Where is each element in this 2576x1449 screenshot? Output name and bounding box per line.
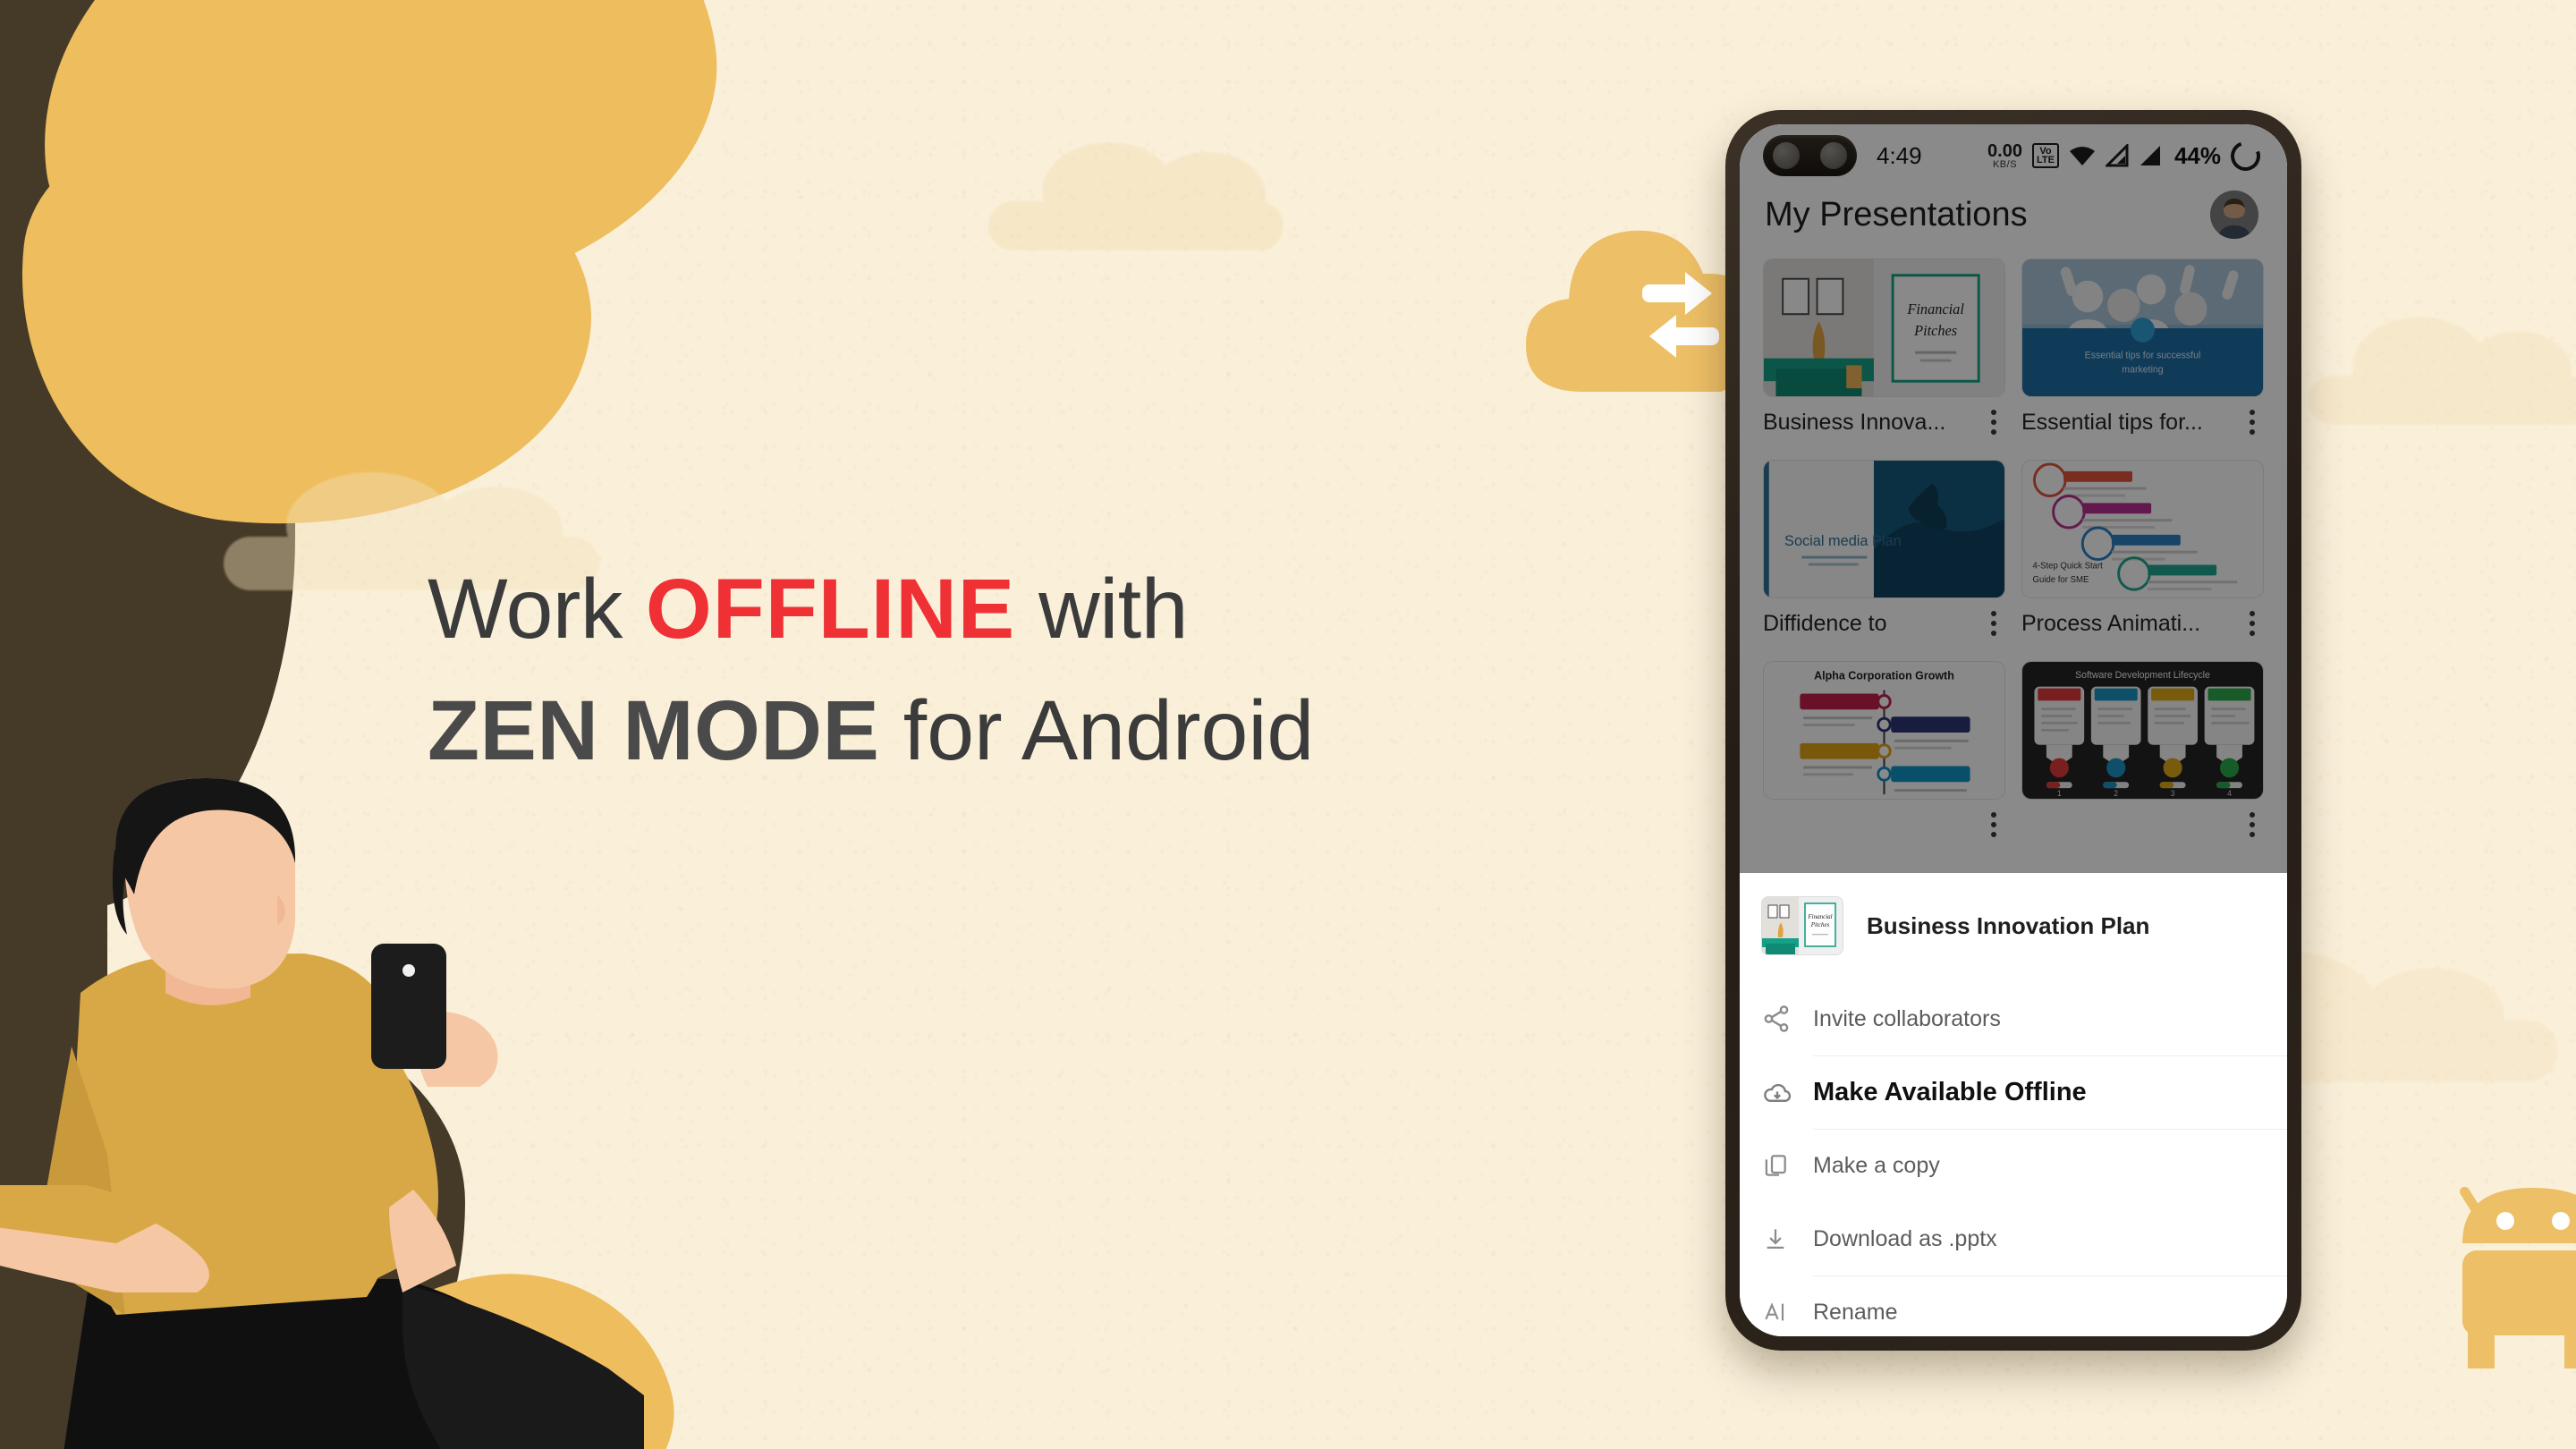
presentation-card[interactable]: Essential tips for successful marketing … (2021, 258, 2264, 447)
android-robot-icon (2446, 1181, 2576, 1379)
presentation-title: Process Animati... (2021, 610, 2201, 636)
battery-ring-icon (2225, 136, 2266, 175)
menu-item-make-a-copy[interactable]: Make a copy (1740, 1129, 2287, 1202)
sheet-thumb-text-1: Financial (1807, 913, 1832, 920)
presentation-title: Essential tips for... (2021, 409, 2203, 435)
thumb-text-tips-1: Essential tips for successful (2085, 350, 2201, 360)
thumb-text-pitches: Pitches (1913, 322, 1957, 339)
promo-banner: Work OFFLINE with ZEN MODE for Android 4… (0, 0, 2576, 1449)
android-phone-mockup: 4:49 0.00 KB/S Vo LTE 44% My Presentatio… (1725, 110, 2301, 1351)
decor-cloud (988, 142, 1284, 250)
thumb-text-sdlc-num-2: 2 (2114, 789, 2118, 798)
card-footer (2021, 800, 2264, 850)
menu-item-rename[interactable]: Rename (1740, 1275, 2287, 1336)
punch-hole-camera-icon (1763, 135, 1857, 176)
headline-word-offline: OFFLINE (645, 562, 1016, 657)
headline-word-work: Work (428, 562, 646, 657)
volte-icon: Vo LTE (2031, 143, 2059, 168)
user-avatar[interactable] (2210, 191, 2258, 239)
thumb-text-sdlc-title: Software Development Lifecycle (2075, 670, 2210, 681)
signal-bars-icon (2140, 146, 2160, 165)
headline-word-with: with (1015, 562, 1189, 657)
bottom-sheet-doc-title: Business Innovation Plan (1867, 911, 2150, 939)
status-bar: 4:49 0.00 KB/S Vo LTE 44% (1740, 124, 2287, 187)
kebab-menu-icon[interactable] (2241, 608, 2264, 639)
process-animation-thumb[interactable]: 4-Step Quick Start Guide for SME (2021, 460, 2264, 598)
battery-percent: 44% (2174, 141, 2221, 169)
wifi-icon (2069, 147, 2095, 165)
thumb-text-sdlc-num-4: 4 (2227, 789, 2232, 798)
thumb-text-sdlc-num-1: 1 (2057, 789, 2062, 798)
rename-text-cursor-icon (1761, 1298, 1802, 1326)
bottom-sheet-header: Financial Pitches Business Innovation Pl… (1740, 873, 2287, 979)
presentation-card[interactable]: Financial Pitches Business Innova... (1763, 258, 2005, 447)
headline-line-1: Work OFFLINE with (428, 562, 1626, 657)
thumb-text-quickstart-2: Guide for SME (2033, 575, 2089, 585)
alpha-corporation-growth-thumb[interactable]: Alpha Corporation Growth (1763, 661, 2005, 800)
kebab-menu-icon[interactable] (2241, 809, 2264, 840)
headline-line-2: ZEN MODE for Android (428, 683, 1626, 778)
download-icon (1761, 1224, 1802, 1253)
thumb-text-financial: Financial (1906, 301, 1964, 318)
thumb-text-quickstart-1: 4-Step Quick Start (2033, 561, 2104, 571)
business-innovation-thumb[interactable]: Financial Pitches (1763, 258, 2005, 397)
phone-screen: 4:49 0.00 KB/S Vo LTE 44% My Presentatio… (1740, 124, 2287, 1336)
card-footer (1763, 800, 2005, 850)
menu-item-download-pptx[interactable]: Download as .pptx (1740, 1202, 2287, 1275)
network-speed-unit: KB/S (1992, 158, 2018, 170)
thumb-text-tips-2: marketing (2122, 364, 2163, 375)
card-footer: Business Innova... (1763, 397, 2005, 447)
headline: Work OFFLINE with ZEN MODE for Android (428, 562, 1626, 779)
decor-cloud (2308, 317, 2576, 425)
network-speed-value: 0.00 (1987, 140, 2022, 161)
kebab-menu-icon[interactable] (1982, 608, 2005, 639)
bottom-sheet-menu: Invite collaborators Make Available Offl… (1740, 979, 2287, 1336)
person-with-phone-illustration (0, 778, 644, 1449)
thumb-text-sdlc-num-3: 3 (2171, 789, 2175, 798)
status-time: 4:49 (1877, 141, 1922, 169)
card-footer: Essential tips for... (2021, 397, 2264, 447)
sheet-thumb-text-2: Pitches (1810, 921, 1830, 928)
menu-item-label: Make a copy (1813, 1152, 1940, 1178)
thumb-text-alpha-title: Alpha Corporation Growth (1814, 670, 1954, 682)
menu-item-label: Rename (1813, 1299, 1898, 1325)
presentation-card[interactable]: Social media Plan Diffidence to (1763, 460, 2005, 648)
menu-item-make-available-offline[interactable]: Make Available Offline (1740, 1055, 2287, 1129)
share-nodes-icon (1761, 1004, 1802, 1034)
copy-icon (1761, 1151, 1802, 1180)
software-development-lifecycle-thumb[interactable]: Software Development Lifecycle 1 2 3 4 (2021, 661, 2264, 800)
presentation-title: Business Innova... (1763, 409, 1946, 435)
cloud-download-icon (1761, 1076, 1802, 1108)
card-footer: Process Animati... (2021, 598, 2264, 648)
headline-word-forandroid: for Android (879, 683, 1315, 779)
page-title: My Presentations (1765, 195, 2028, 233)
volte-line-2: LTE (2036, 155, 2055, 165)
menu-item-invite-collaborators[interactable]: Invite collaborators (1740, 982, 2287, 1055)
bottom-sheet: Financial Pitches Business Innovation Pl… (1740, 873, 2287, 1336)
menu-item-label: Make Available Offline (1813, 1077, 2087, 1106)
kebab-menu-icon[interactable] (1982, 407, 2005, 437)
presentation-card[interactable]: Software Development Lifecycle 1 2 3 4 (2021, 661, 2264, 850)
status-icons: 0.00 KB/S Vo LTE 44% (1987, 136, 2266, 175)
network-speed-indicator: 0.00 KB/S (1987, 142, 2022, 170)
kebab-menu-icon[interactable] (1982, 809, 2005, 840)
kebab-menu-icon[interactable] (2241, 407, 2264, 437)
presentation-card[interactable]: 4-Step Quick Start Guide for SME Process… (2021, 460, 2264, 648)
menu-item-label: Download as .pptx (1813, 1225, 1997, 1251)
headline-word-zenmode: ZEN MODE (428, 683, 880, 779)
presentation-title: Diffidence to (1763, 610, 1887, 636)
app-bar: My Presentations (1740, 187, 2287, 239)
thumb-text-social: Social media Plan (1784, 532, 1902, 549)
presentation-card[interactable]: Alpha Corporation Growth (1763, 661, 2005, 850)
essential-tips-thumb[interactable]: Essential tips for successful marketing (2021, 258, 2264, 397)
business-innovation-thumb: Financial Pitches (1761, 896, 1843, 955)
signal-bars-icon (2105, 144, 2129, 167)
social-media-plan-thumb[interactable]: Social media Plan (1763, 460, 2005, 598)
card-footer: Diffidence to (1763, 598, 2005, 648)
presentations-grid: Financial Pitches Business Innova... Ess… (1740, 239, 2287, 862)
menu-item-label: Invite collaborators (1813, 1005, 2001, 1031)
